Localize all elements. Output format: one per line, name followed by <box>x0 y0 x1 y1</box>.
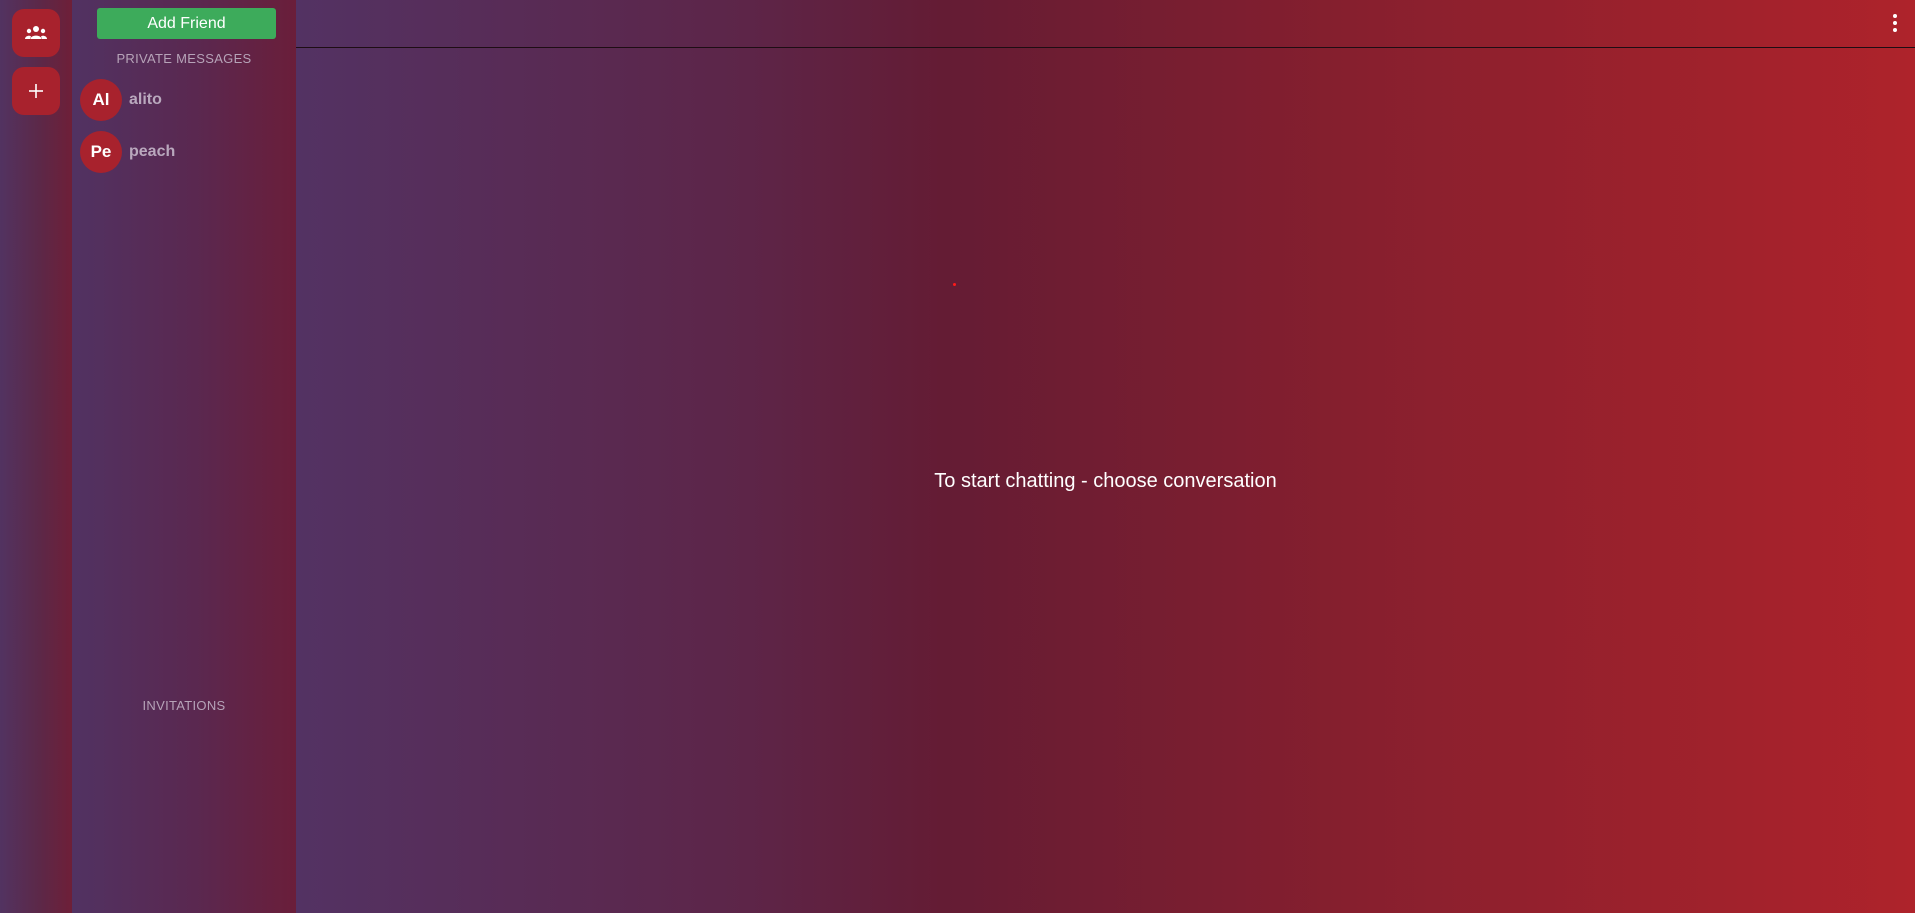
empty-state-message: To start chatting - choose conversation <box>934 470 1277 492</box>
server-rail <box>0 0 72 913</box>
avatar: Pe <box>80 131 122 173</box>
chat-header <box>296 0 1915 48</box>
conversation-name: peach <box>129 143 176 160</box>
friends-button[interactable] <box>12 9 60 57</box>
invitations-heading: INVITATIONS <box>142 698 226 713</box>
cursor-dot <box>953 283 956 286</box>
conversation-item-alito[interactable]: Al alito <box>80 77 288 123</box>
dm-sidebar: Add Friend PRIVATE MESSAGES Al alito Pe … <box>72 0 296 913</box>
plus-icon <box>29 84 43 98</box>
avatar: Al <box>80 79 122 121</box>
more-vertical-icon[interactable] <box>1889 12 1901 34</box>
add-server-button[interactable] <box>12 67 60 115</box>
chat-area: To start chatting - choose conversation <box>296 0 1915 913</box>
conversation-name: alito <box>129 91 162 108</box>
add-friend-button[interactable]: Add Friend <box>97 8 276 39</box>
conversation-item-peach[interactable]: Pe peach <box>80 129 288 175</box>
people-group-icon <box>25 26 47 39</box>
private-messages-heading: PRIVATE MESSAGES <box>116 51 252 66</box>
